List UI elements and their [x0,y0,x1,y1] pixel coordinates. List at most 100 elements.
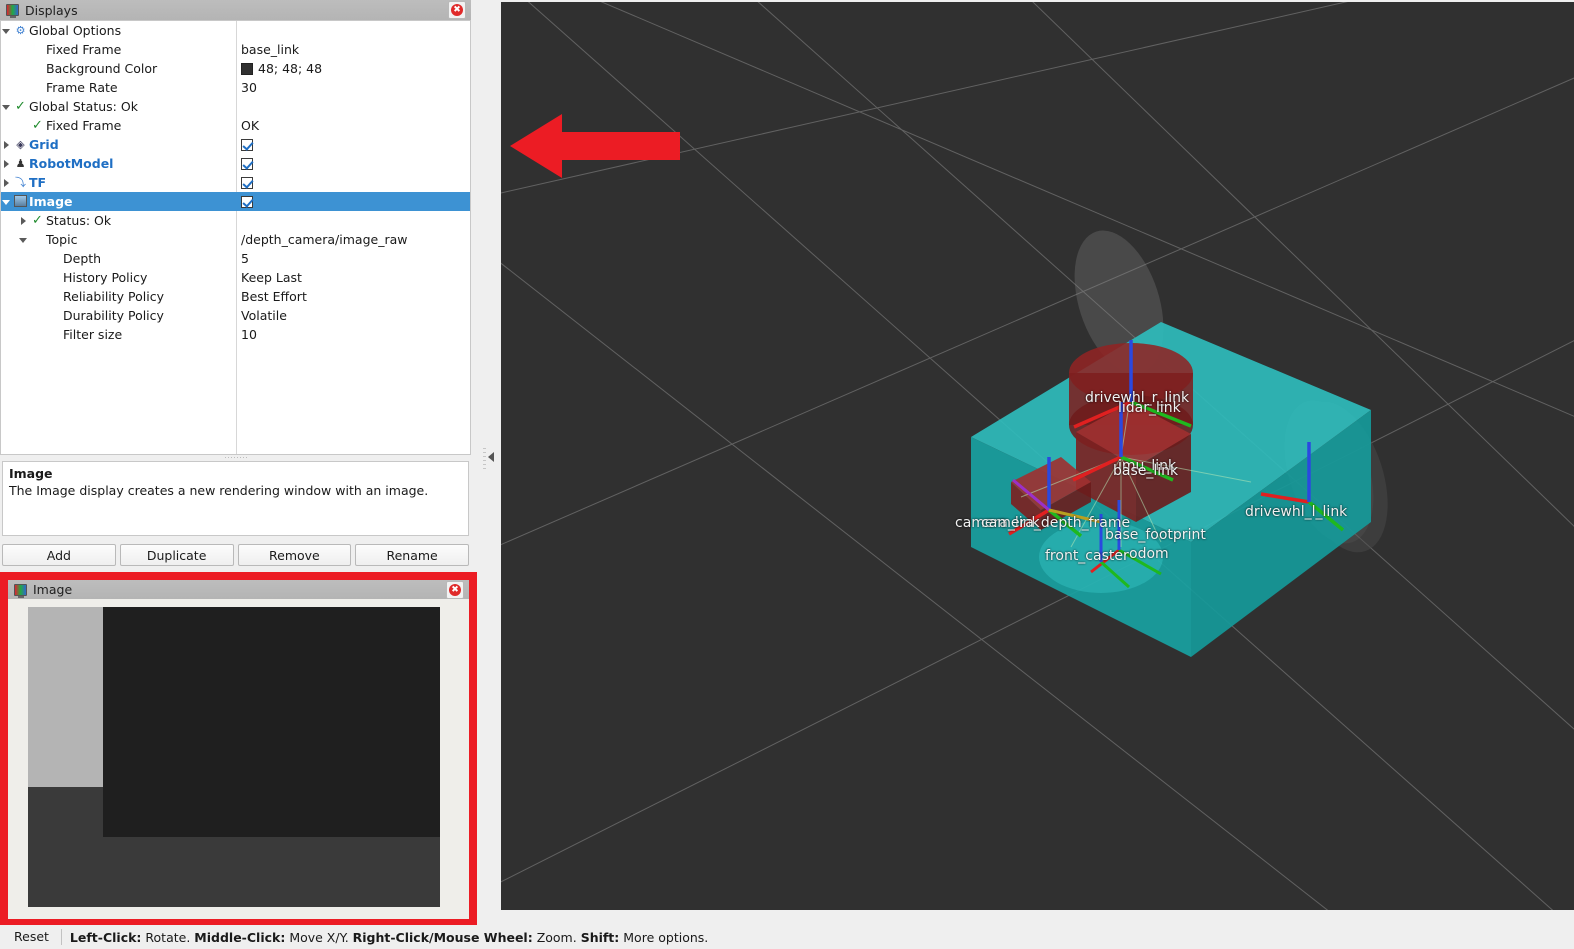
hint-part: Rotate. [141,929,195,945]
value-text: Volatile [241,308,287,323]
displays-tree[interactable]: ⚙ Global Options Fixed Frame base_link Backg… [0,20,471,455]
tree-row[interactable]: ⚙ Global Options [1,21,470,40]
dock-splitter[interactable] [477,0,501,925]
tree-row-value[interactable]: 5 [241,249,249,268]
enable-checkbox[interactable] [241,195,253,208]
tree-row-value[interactable]: 10 [241,325,257,344]
chevron-right-icon[interactable] [18,215,29,226]
chevron-left-icon[interactable] [488,452,494,462]
duplicate-button[interactable]: Duplicate [119,544,234,566]
tree-row-value[interactable]: 30 [241,78,257,97]
tree-row-value[interactable]: Volatile [241,306,287,325]
tree-row-value[interactable]: /depth_camera/image_raw [241,230,407,249]
check-icon: ✓ [32,118,43,133]
tree-row[interactable]: ⤵ TF [1,173,470,192]
tree-row-label: Global Status: Ok [29,99,138,114]
tree-row-value[interactable] [241,192,253,211]
displays-close-button[interactable]: ✖ [448,1,466,19]
3d-viewport[interactable]: drivewhl_r_link lidar_link imu_link base_li… [501,2,1574,910]
tree-row-value[interactable] [241,173,253,192]
image-panel: Image ✖ [8,580,469,919]
tree-row[interactable]: Frame Rate 30 [1,78,470,97]
tree-row-label: Reliability Policy [63,289,165,304]
tree-row[interactable]: Durability Policy Volatile [1,306,470,325]
value-text: 5 [241,251,249,266]
hint-part: Move X/Y. [285,929,353,945]
chevron-right-icon[interactable] [1,177,12,188]
tree-row-label: Status: Ok [46,213,112,228]
value-text: /depth_camera/image_raw [241,232,408,247]
description-title: Image [9,466,53,481]
hint-part: Middle-Click: [194,929,286,945]
tree-row[interactable]: Fixed Frame base_link [1,40,470,59]
tree-row[interactable]: Filter size 10 [1,325,470,344]
chevron-down-icon[interactable] [18,234,29,245]
tree-row-label: TF [29,175,47,190]
displays-button-row: Add Duplicate Remove Rename [2,544,469,566]
tree-row-value[interactable] [241,154,253,173]
tree-row[interactable]: ✓ Global Status: Ok [1,97,470,116]
grid-icon: ◈ [16,138,25,151]
tree-row-value[interactable]: Keep Last [241,268,302,287]
hint-part: More options. [619,929,709,945]
value-text: Keep Last [241,270,302,285]
chevron-down-icon[interactable] [1,25,12,36]
tree-row-label: Filter size [63,327,123,342]
tree-row[interactable]: ✓ Status: Ok [1,211,470,230]
tree-row-label: Grid [29,137,59,152]
add-button[interactable]: Add [2,544,116,566]
tree-row-label: Frame Rate [46,80,118,95]
tree-row[interactable]: Topic/depth_camera/image_raw [1,230,470,249]
enable-checkbox[interactable] [241,138,253,151]
tree-row[interactable]: History Policy Keep Last [1,268,470,287]
robot-icon: ♟ [15,157,26,170]
status-separator [60,929,62,945]
rename-button[interactable]: Rename [355,544,469,566]
description-box: Image The Image display creates a new re… [2,461,469,536]
panel-splitter-grip[interactable] [205,455,265,460]
depth-image-far-region [103,607,440,837]
chevron-right-icon[interactable] [1,158,12,169]
mouse-hint-text: Left-Click: Rotate. Middle-Click: Move X… [70,930,708,945]
tree-row[interactable]: ✓ Fixed Frame OK [1,116,470,135]
tree-row-value[interactable] [241,135,253,154]
image-panel-title: Image [33,582,73,597]
hint-part: Zoom. [532,929,581,945]
image-panel-close-button[interactable]: ✖ [446,580,464,599]
tree-row-value[interactable]: base_link [241,40,299,59]
tree-row-value[interactable]: OK [241,116,259,135]
tree-row[interactable]: ♟ RobotModel [1,154,470,173]
tree-row[interactable]: Reliability Policy Best Effort [1,287,470,306]
chevron-down-icon[interactable] [1,101,12,112]
reset-button[interactable]: Reset [4,928,59,946]
depth-image-canvas [28,607,440,907]
remove-button[interactable]: Remove [237,544,352,566]
tree-row[interactable]: ◈ Grid [1,135,470,154]
value-text: OK [241,118,260,133]
image-render-area[interactable] [8,599,469,919]
enable-checkbox[interactable] [241,157,253,170]
tree-row[interactable]: Image [1,192,470,211]
image-icon [12,194,29,209]
chevron-down-icon[interactable] [1,196,12,207]
displays-icon [6,4,19,18]
tree-row[interactable]: Depth 5 [1,249,470,268]
image-panel-titlebar: Image ✖ [8,580,469,599]
axes-icon: ⤵ [15,176,26,189]
tree-row-value[interactable]: Best Effort [241,287,307,306]
image-icon [14,583,27,598]
tree-row-label: Global Options [29,23,122,38]
description-text: The Image display creates a new renderin… [9,482,429,498]
color-swatch[interactable] [241,62,253,75]
status-bar: Reset Left-Click: Rotate. Middle-Click: … [0,925,1574,949]
chevron-right-icon[interactable] [1,139,12,150]
tree-row-label: Fixed Frame [46,118,122,133]
tree-row-value[interactable]: 48; 48; 48 [241,59,322,78]
value-text: 48; 48; 48 [258,61,323,76]
enable-checkbox[interactable] [241,176,253,189]
tree-row-label: History Policy [63,270,148,285]
tree-row[interactable]: Background Color 48; 48; 48 [1,59,470,78]
